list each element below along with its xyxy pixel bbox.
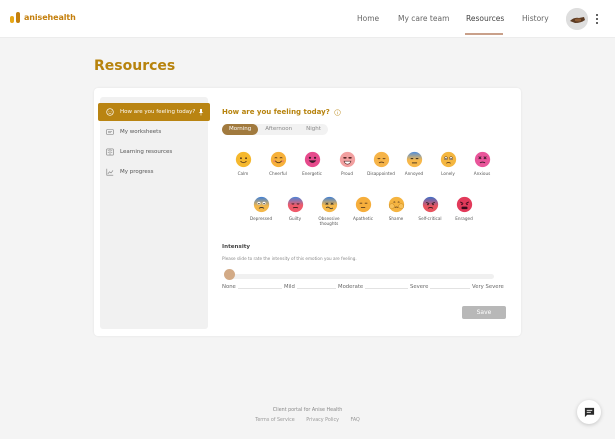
sidebar-item-learning-resources[interactable]: Learning resources (100, 143, 208, 161)
emotion-label: Anxious (473, 171, 491, 176)
emotion-label: Energetic (302, 171, 322, 176)
book-icon (106, 148, 114, 156)
apathetic-face-icon (355, 196, 371, 213)
intensity-title: Intensity (222, 244, 251, 250)
emotion-apathetic[interactable]: Apathetic (348, 196, 378, 221)
scale-label-mild: Mild (282, 284, 297, 290)
emotion-energetic[interactable]: Energetic (297, 151, 327, 176)
depressed-face-icon (253, 196, 269, 213)
emotion-guilty[interactable]: Guilty (280, 196, 310, 221)
emotion-label: Depressed (249, 216, 273, 221)
intensity-help-text: Please slide to rate the intensity of th… (222, 256, 357, 261)
scale-label-severe: Severe (408, 284, 431, 290)
info-icon[interactable] (334, 108, 341, 116)
scale-label-moderate: Moderate (336, 284, 366, 290)
worksheet-icon (106, 129, 114, 135)
emotion-obsessive-thoughts[interactable]: Obsessive thoughts (314, 196, 344, 226)
feeling-title: How are you feeling today? (222, 108, 341, 116)
feeling-title-text: How are you feeling today? (222, 108, 330, 116)
chat-button[interactable] (577, 400, 601, 424)
nav-my-care-team[interactable]: My care team (398, 14, 449, 23)
sidebar-item-label: My progress (120, 169, 154, 175)
footer-link-terms[interactable]: Terms of Service (255, 418, 295, 423)
tab-night[interactable]: Night (299, 124, 328, 135)
avatar-image-icon (566, 8, 588, 30)
emotion-label: Disappointed (367, 171, 395, 176)
emotion-lonely[interactable]: Lonely (433, 151, 463, 176)
main-nav: Home My care team Resources History (0, 14, 615, 26)
tab-afternoon[interactable]: Afternoon (258, 124, 299, 135)
emotion-label: Cheerful (269, 171, 287, 176)
enraged-face-icon (456, 196, 472, 213)
emotion-cheerful[interactable]: Cheerful (263, 151, 293, 176)
sidebar-item-my-progress[interactable]: My progress (100, 163, 208, 181)
emotion-proud[interactable]: Proud (332, 151, 362, 176)
intensity-scale: None Mild Moderate Severe Very Severe (220, 284, 506, 294)
energetic-face-icon (304, 151, 320, 168)
sidebar-item-my-worksheets[interactable]: My worksheets (100, 123, 208, 141)
resources-card: How are you feeling today? My worksheets… (94, 88, 521, 336)
emotion-self-critical[interactable]: Self-critical (415, 196, 445, 221)
disappointed-face-icon (373, 151, 389, 168)
footer-links: Terms of Service Privacy Policy FAQ (0, 418, 615, 423)
intensity-slider-handle[interactable] (224, 269, 235, 280)
emotion-label: Annoyed (404, 171, 424, 176)
emotion-label: Apathetic (352, 216, 374, 221)
emotion-disappointed[interactable]: Disappointed (366, 151, 396, 176)
footer-link-privacy[interactable]: Privacy Policy (306, 418, 339, 423)
page-title: Resources (94, 58, 176, 74)
lonely-face-icon (440, 151, 456, 168)
top-navigation-bar: anisehealth Home My care team Resources … (0, 0, 615, 38)
sidebar-item-how-are-you-feeling[interactable]: How are you feeling today? (98, 103, 210, 121)
resources-sidebar: How are you feeling today? My worksheets… (98, 97, 210, 329)
emotion-anxious[interactable]: Anxious (467, 151, 497, 176)
emotion-label: Calm (237, 171, 249, 176)
emotion-depressed[interactable]: Depressed (246, 196, 276, 221)
shame-face-icon (388, 196, 404, 213)
sidebar-item-label: My worksheets (120, 129, 162, 135)
nav-home[interactable]: Home (357, 14, 379, 23)
progress-chart-icon (106, 168, 114, 176)
emotion-label: Self-critical (418, 216, 442, 221)
sidebar-item-label: Learning resources (120, 149, 173, 155)
emotion-label: Obsessive thoughts (318, 216, 340, 226)
feeling-panel: How are you feeling today? Morning After… (220, 88, 512, 336)
proud-face-icon (339, 151, 355, 168)
self-critical-face-icon (422, 196, 438, 213)
emotion-annoyed[interactable]: Annoyed (399, 151, 429, 176)
scale-label-very-severe: Very Severe (470, 284, 506, 290)
emotion-label: Lonely (441, 171, 455, 176)
more-menu-icon[interactable] (596, 14, 599, 24)
nav-active-indicator (465, 33, 503, 35)
emotion-shame[interactable]: Shame (381, 196, 411, 221)
calm-face-icon (235, 151, 251, 168)
emotion-label: Shame (388, 216, 404, 221)
nav-resources[interactable]: Resources (466, 14, 504, 23)
emotion-calm[interactable]: Calm (228, 151, 258, 176)
nav-history[interactable]: History (522, 14, 549, 23)
footer-title: Client portal for Anise Health (272, 408, 343, 413)
emotion-label: Guilty (288, 216, 302, 221)
pin-icon[interactable] (197, 108, 205, 116)
emotion-enraged[interactable]: Enraged (449, 196, 479, 221)
obsessive-thoughts-face-icon (321, 196, 337, 213)
time-of-day-toggle: Morning Afternoon Night (222, 124, 328, 135)
save-button[interactable]: Save (462, 306, 506, 319)
emotion-label: Enraged (455, 216, 473, 221)
user-avatar[interactable] (566, 8, 588, 30)
emotion-label: Proud (341, 171, 353, 176)
scale-label-none: None (220, 284, 238, 290)
tab-morning[interactable]: Morning (222, 124, 259, 135)
annoyed-face-icon (406, 151, 422, 168)
footer-link-faq[interactable]: FAQ (351, 418, 360, 423)
guilty-face-icon (287, 196, 303, 213)
smiley-icon (106, 108, 114, 116)
chat-icon (584, 407, 594, 417)
anxious-face-icon (474, 151, 490, 168)
cheerful-face-icon (270, 151, 286, 168)
sidebar-item-label: How are you feeling today? (120, 109, 196, 115)
intensity-slider-track[interactable] (230, 274, 494, 279)
